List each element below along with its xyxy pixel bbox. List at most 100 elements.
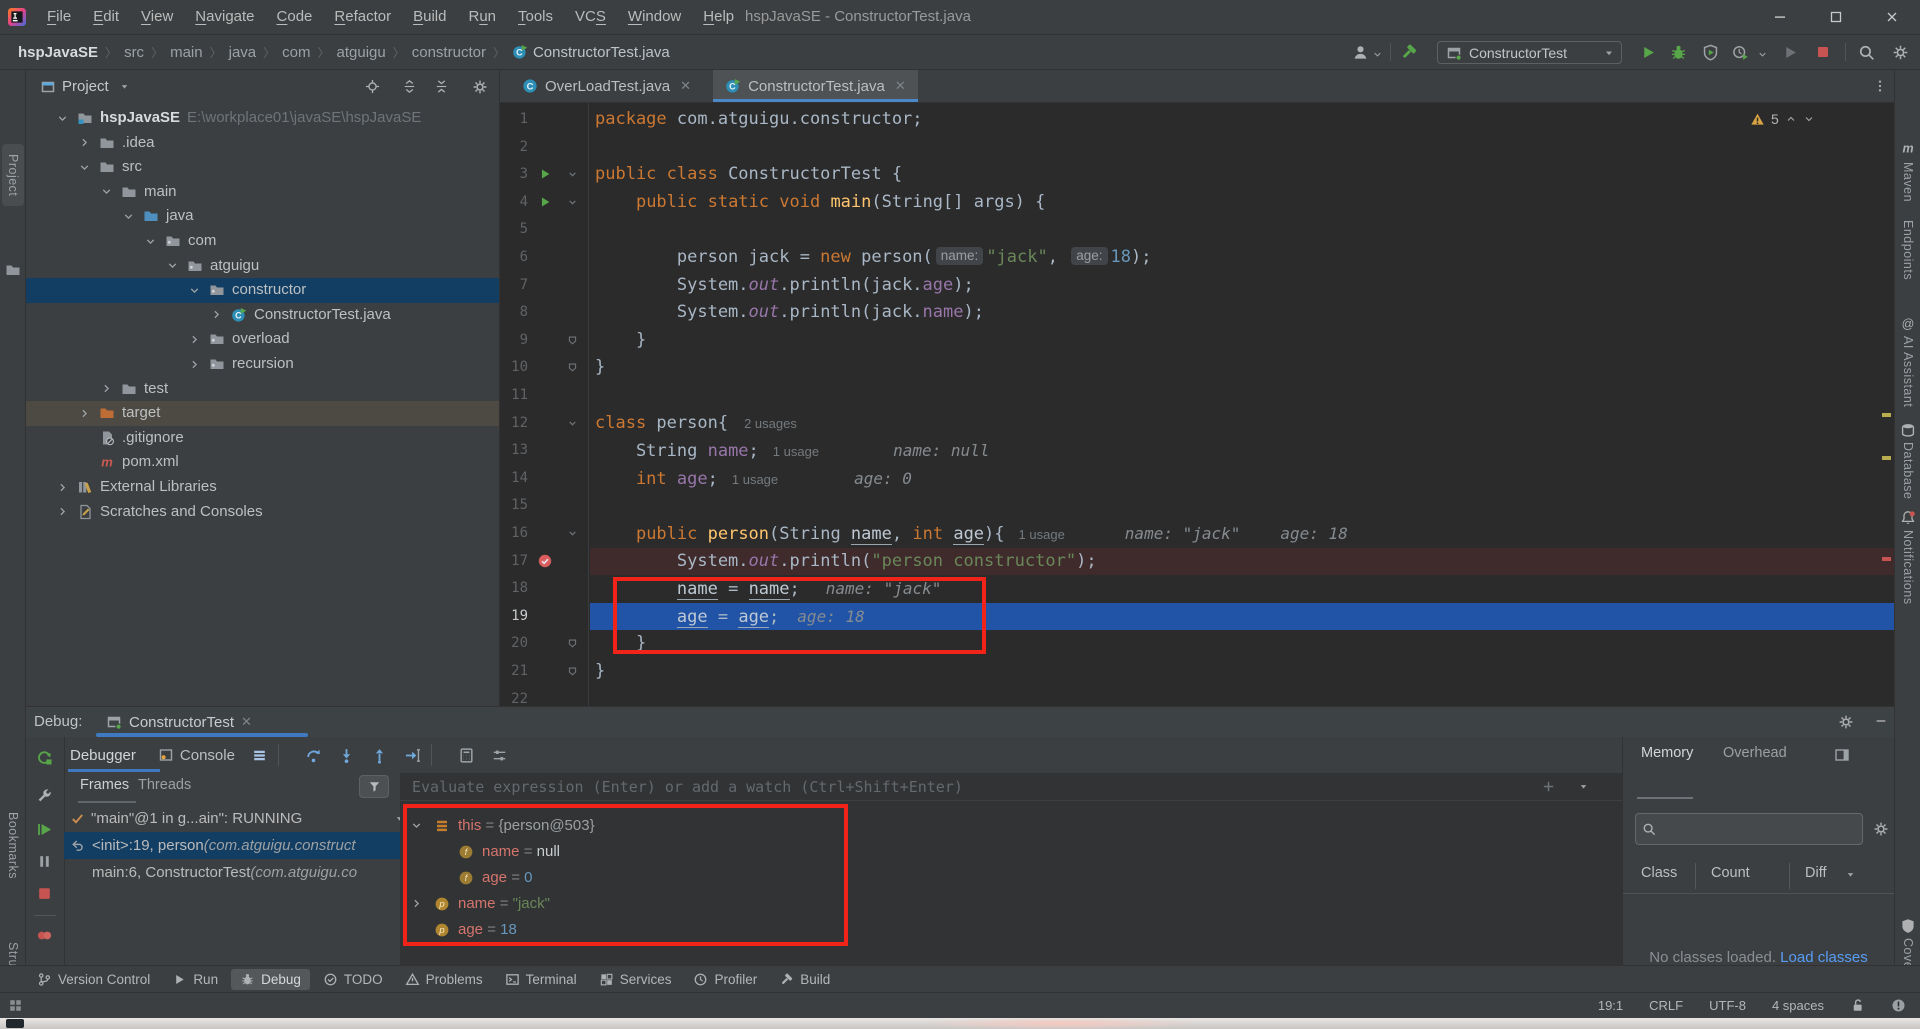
code-line-12[interactable]: 12class person{2 usages <box>500 410 1894 438</box>
line-number[interactable]: 2 <box>500 134 528 162</box>
tree-chevron-icon[interactable] <box>78 136 91 149</box>
tree-chevron-icon[interactable] <box>78 407 91 420</box>
tree-item-target[interactable]: target <box>26 401 500 426</box>
code-line-15[interactable]: 15 <box>500 492 1894 520</box>
line-number[interactable]: 1 <box>500 106 528 134</box>
locate-file-icon[interactable] <box>365 79 380 94</box>
column-count[interactable]: Count <box>1711 865 1750 881</box>
tree-item-constructor[interactable]: constructor <box>26 278 500 303</box>
tree-chevron-icon[interactable] <box>188 358 201 371</box>
close-tab-icon[interactable]: ✕ <box>680 78 691 94</box>
line-number[interactable]: 11 <box>500 382 528 410</box>
breadcrumb-item-atguigu[interactable]: atguigu <box>337 44 386 61</box>
menu-item-tools[interactable]: Tools <box>507 0 564 34</box>
breadcrumb-item-constructor[interactable]: constructor <box>412 44 486 61</box>
line-number[interactable]: 8 <box>500 299 528 327</box>
run-configuration-select[interactable]: ConstructorTest <box>1437 41 1622 64</box>
breadcrumb-item-com[interactable]: com <box>282 44 310 61</box>
editor-tab-overloadtest.java[interactable]: COverLoadTest.java✕ <box>510 70 703 102</box>
code-line-7[interactable]: 7 System.out.println(jack.age); <box>500 272 1894 300</box>
database-icon[interactable] <box>1900 422 1916 438</box>
tree-chevron-icon[interactable] <box>78 161 91 174</box>
code-line-10[interactable]: 10} <box>500 354 1894 382</box>
tree-item-external-libraries[interactable]: External Libraries <box>26 475 500 500</box>
code-line-13[interactable]: 13 String name;1 usagename: null <box>500 437 1894 465</box>
editor-tab-constructortest.java[interactable]: CConstructorTest.java✕ <box>713 70 918 102</box>
code-line-4[interactable]: 4 public static void main(String[] args)… <box>500 189 1894 217</box>
step-over-icon[interactable] <box>305 747 322 764</box>
chevron-up-icon[interactable] <box>1785 113 1797 125</box>
tree-item-src[interactable]: src <box>26 155 500 180</box>
tree-chevron-icon[interactable] <box>210 308 223 321</box>
breakpoint-icon[interactable] <box>537 553 553 569</box>
menu-item-navigate[interactable]: Navigate <box>184 0 265 34</box>
user-menu-icon[interactable] <box>1352 44 1369 66</box>
tree-chevron-icon[interactable] <box>100 382 113 395</box>
breadcrumb-item-main[interactable]: main <box>170 44 203 61</box>
gear-icon[interactable] <box>472 79 488 95</box>
tree-chevron-icon[interactable] <box>144 235 157 248</box>
close-icon[interactable] <box>1864 0 1920 34</box>
tree-item-main[interactable]: main <box>26 180 500 205</box>
breadcrumb-item-src[interactable]: src <box>124 44 144 61</box>
stripe-tab-endpoints[interactable]: Endpoints <box>1901 220 1915 280</box>
bottom-tab-debug[interactable]: Debug <box>231 969 310 990</box>
menu-item-file[interactable]: File <box>36 0 82 34</box>
bottom-tab-profiler[interactable]: Profiler <box>684 969 766 990</box>
line-number[interactable]: 15 <box>500 492 528 520</box>
collapse-all-icon[interactable] <box>434 79 449 94</box>
stop-button-icon[interactable] <box>1815 44 1831 65</box>
code-line-1[interactable]: 1package com.atguigu.constructor; <box>500 106 1894 134</box>
stripe-tab-ai-assistant[interactable]: AI Assistant <box>1901 336 1915 407</box>
code-line-17[interactable]: 17 System.out.println("person constructo… <box>500 548 1894 576</box>
menu-item-help[interactable]: Help <box>692 0 745 34</box>
menu-item-edit[interactable]: Edit <box>82 0 130 34</box>
line-number[interactable]: 22 <box>500 686 528 706</box>
fold-marker-icon[interactable] <box>566 417 579 430</box>
fold-marker-icon[interactable] <box>566 527 579 540</box>
line-number[interactable]: 10 <box>500 354 528 382</box>
menu-item-build[interactable]: Build <box>402 0 457 34</box>
menu-item-vcs[interactable]: VCS <box>564 0 617 34</box>
chevron-down-icon[interactable] <box>1578 781 1589 792</box>
tree-chevron-icon[interactable] <box>188 333 201 346</box>
code-line-6[interactable]: 6 person jack = new person(name:"jack", … <box>500 244 1894 272</box>
status-file-encoding[interactable]: UTF-8 <box>1709 998 1746 1013</box>
tab-debugger[interactable]: Debugger <box>70 747 136 764</box>
stripe-tab-project[interactable]: Project <box>2 144 24 206</box>
fold-marker-icon[interactable] <box>566 196 579 209</box>
code-line-22[interactable]: 22 <box>500 686 1894 706</box>
tree-item-.gitignore[interactable]: .gitignore <box>26 426 500 451</box>
tree-item-.idea[interactable]: .idea <box>26 131 500 156</box>
line-number[interactable]: 13 <box>500 437 528 465</box>
line-number[interactable]: 21 <box>500 658 528 686</box>
code-line-2[interactable]: 2 <box>500 134 1894 162</box>
bell-icon[interactable] <box>1900 510 1916 526</box>
breadcrumb-item-java[interactable]: java <box>229 44 257 61</box>
step-into-icon[interactable] <box>338 747 355 764</box>
line-number[interactable]: 17 <box>500 548 528 576</box>
tree-item-pom.xml[interactable]: mpom.xml <box>26 450 500 475</box>
chevron-down-icon[interactable] <box>1757 47 1768 65</box>
line-number[interactable]: 3 <box>500 161 528 189</box>
line-number[interactable]: 9 <box>500 327 528 355</box>
pause-program-icon[interactable] <box>36 853 53 875</box>
tree-item-test[interactable]: test <box>26 377 500 402</box>
tab-frames[interactable]: Frames <box>80 777 129 793</box>
gear-icon[interactable] <box>1838 714 1854 730</box>
tab-memory[interactable]: Memory <box>1641 745 1693 761</box>
menu-item-window[interactable]: Window <box>617 0 692 34</box>
view-breakpoints-icon[interactable] <box>36 927 53 949</box>
tree-item-scratches-and-consoles[interactable]: Scratches and Consoles <box>26 500 500 525</box>
bottom-tab-problems[interactable]: Problems <box>396 969 492 990</box>
maven-icon[interactable]: m <box>1900 140 1916 156</box>
at-sign-icon[interactable]: @ <box>1900 316 1916 332</box>
stripe-tab-maven[interactable]: Maven <box>1901 162 1915 202</box>
toolwindow-switcher-icon[interactable] <box>8 998 23 1013</box>
bottom-tab-services[interactable]: Services <box>590 969 681 990</box>
layout-settings-icon[interactable] <box>1834 747 1850 768</box>
debug-settings-icon[interactable] <box>36 787 53 809</box>
minimize-icon[interactable] <box>1752 0 1808 34</box>
code-line-9[interactable]: 9 } <box>500 327 1894 355</box>
status-indent-style[interactable]: 4 spaces <box>1772 998 1824 1013</box>
